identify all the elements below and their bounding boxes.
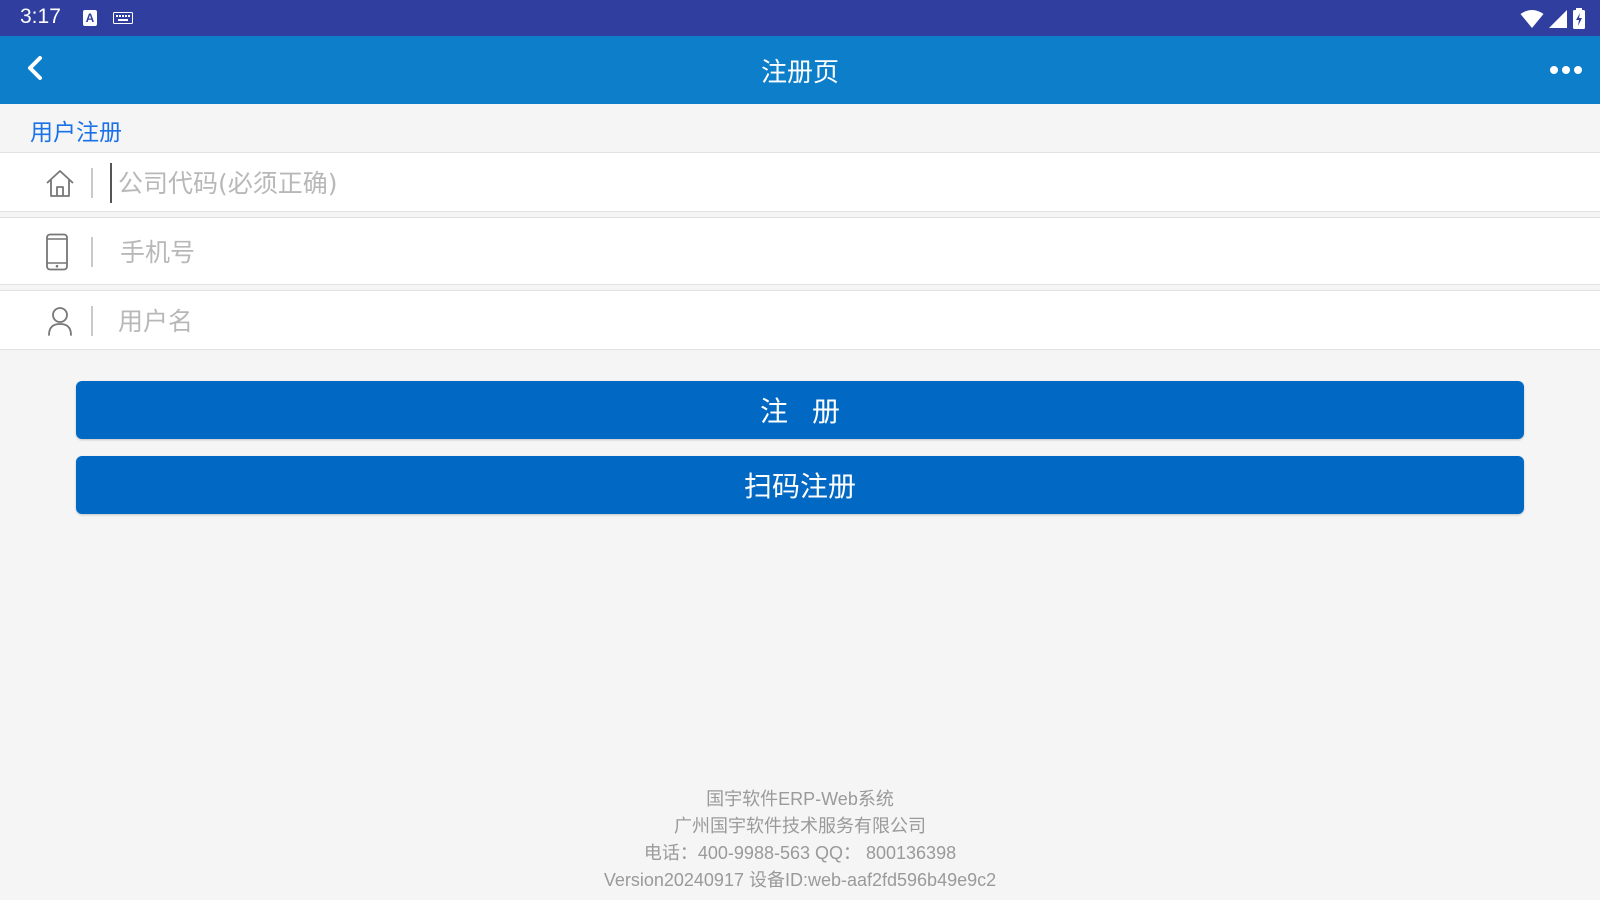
footer-contact: 电话：400-9988-563 QQ： 800136398 [643, 843, 957, 863]
mobile-phone-icon [46, 233, 68, 271]
username-field [0, 290, 1600, 350]
footer-version: Version20240917 设备ID:web-aaf2fd596b49e9c… [603, 870, 997, 890]
phone-field [0, 217, 1600, 285]
battery-charging-icon [1573, 8, 1585, 29]
notification-a-icon: A [83, 10, 97, 26]
company-code-field [0, 152, 1600, 212]
footer-company: 广州国宇软件技术服务有限公司 [674, 816, 926, 836]
keyboard-icon [113, 12, 133, 24]
field-separator [91, 168, 93, 198]
home-icon [46, 170, 74, 197]
wifi-icon [1520, 10, 1544, 28]
field-separator [91, 306, 93, 336]
footer: 国宇软件ERP-Web系统 广州国宇软件技术服务有限公司 电话：400-9988… [0, 786, 1600, 894]
page-title: 注册页 [760, 58, 839, 88]
username-input[interactable] [110, 301, 1570, 341]
section-title: 用户注册 [30, 120, 122, 146]
phone-input[interactable] [110, 232, 1570, 272]
company-code-input[interactable] [110, 163, 1570, 203]
scan-register-button[interactable]: 扫码注册 [76, 456, 1524, 514]
more-horizontal-icon[interactable] [1548, 56, 1584, 84]
signal-icon [1549, 10, 1567, 28]
app-bar: 注册页 [0, 36, 1600, 104]
register-button[interactable]: 注册 [76, 381, 1524, 439]
field-separator [91, 237, 93, 267]
footer-product: 国宇软件ERP-Web系统 [706, 789, 894, 809]
status-icons [1520, 8, 1586, 30]
status-time: 3:17 [20, 5, 61, 28]
user-icon [48, 307, 72, 336]
status-bar: 3:17 A [0, 0, 1600, 36]
